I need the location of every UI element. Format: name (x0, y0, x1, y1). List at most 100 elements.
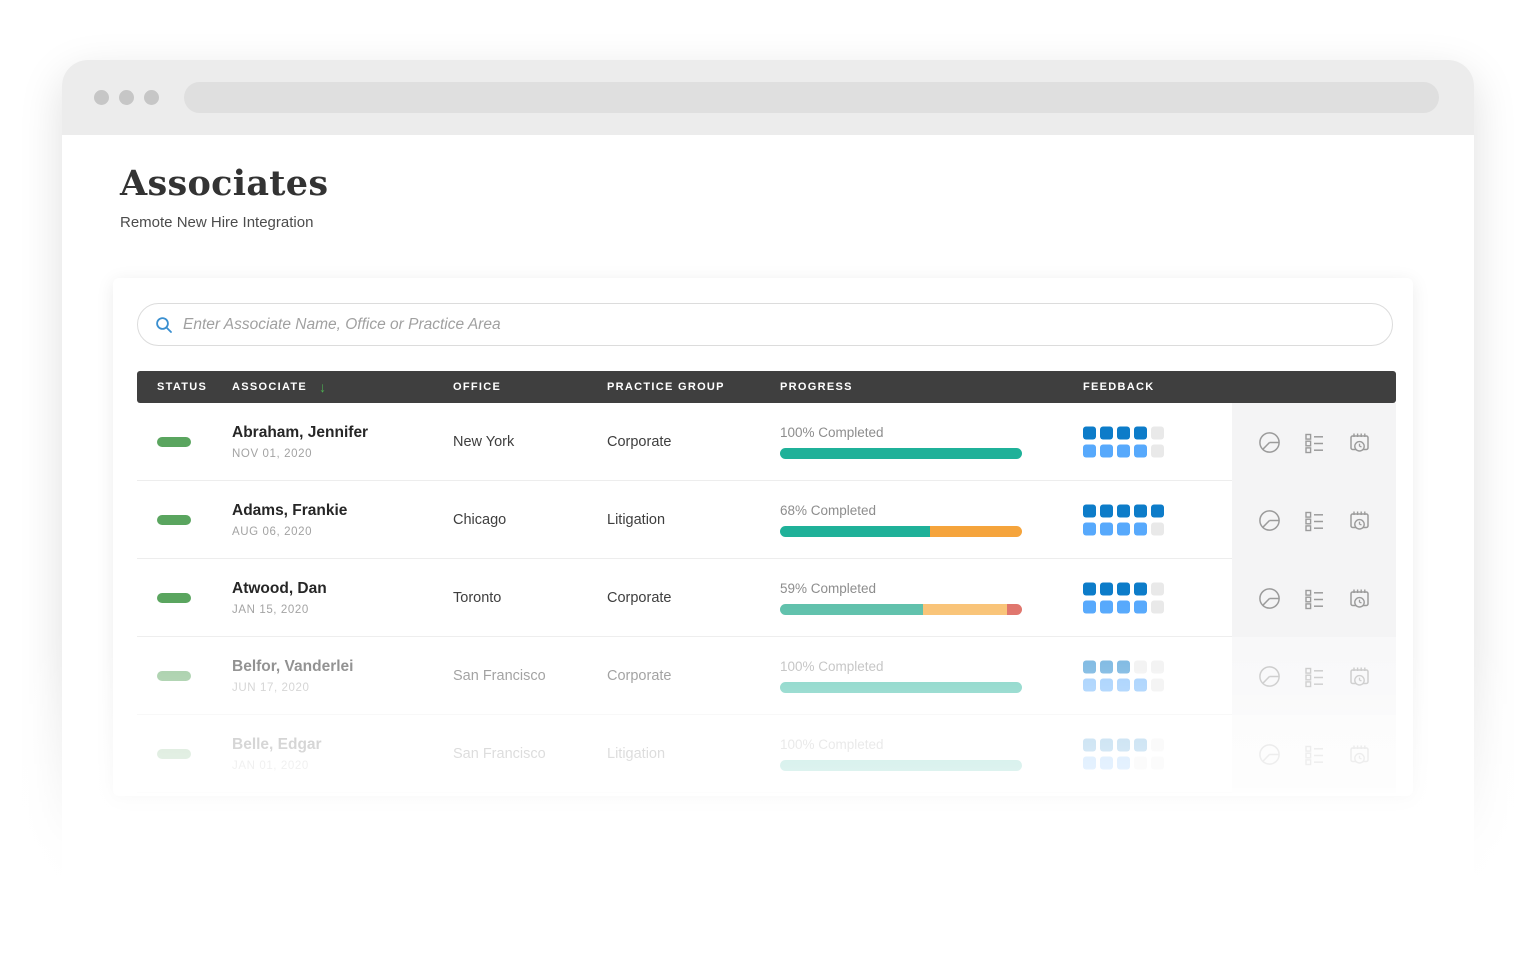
pie-chart-icon[interactable] (1256, 663, 1283, 690)
feedback-square-empty (1134, 660, 1147, 673)
feedback-square-filled (1083, 756, 1096, 769)
table-row[interactable]: Belfor, Vanderlei JUN 17, 2020 San Franc… (137, 637, 1396, 715)
feedback-row-bottom (1083, 444, 1164, 457)
table-row[interactable]: Abraham, Jennifer NOV 01, 2020 New York … (137, 403, 1396, 481)
page-subtitle: Remote New Hire Integration (120, 214, 328, 231)
start-date: JAN 15, 2020 (232, 604, 327, 616)
feedback-row-top (1083, 660, 1164, 673)
feedback-square-filled (1134, 444, 1147, 457)
status-pill (157, 437, 191, 447)
associate-name[interactable]: Abraham, Jennifer (232, 424, 368, 442)
feedback-square-filled (1100, 738, 1113, 751)
feedback-square-filled (1100, 582, 1113, 595)
checklist-icon[interactable] (1301, 741, 1328, 768)
associate-name[interactable]: Atwood, Dan (232, 580, 327, 598)
feedback-square-filled (1134, 522, 1147, 535)
associate-cell: Abraham, Jennifer NOV 01, 2020 (232, 424, 368, 460)
feedback-square-empty (1151, 660, 1164, 673)
feedback-square-filled (1100, 678, 1113, 691)
page-title: Associates (120, 163, 328, 204)
status-pill (157, 749, 191, 759)
feedback-square-filled (1117, 738, 1130, 751)
window-control-dot[interactable] (94, 90, 109, 105)
progress-bar (780, 448, 1022, 459)
checklist-icon[interactable] (1301, 429, 1328, 456)
feedback-square-filled (1100, 522, 1113, 535)
table-row[interactable]: Belle, Edgar JAN 01, 2020 San Francisco … (137, 715, 1396, 793)
column-header-feedback[interactable]: FEEDBACK (1083, 381, 1155, 393)
associate-name[interactable]: Belle, Edgar (232, 736, 322, 754)
start-date: JUN 17, 2020 (232, 682, 353, 694)
calendar-clock-icon[interactable] (1346, 507, 1373, 534)
practice-group-cell: Litigation (607, 512, 665, 528)
window-control-dot[interactable] (144, 90, 159, 105)
column-header-office[interactable]: OFFICE (453, 381, 501, 393)
feedback-square-filled (1117, 600, 1130, 613)
practice-group-cell: Corporate (607, 668, 671, 684)
feedback-square-filled (1134, 678, 1147, 691)
progress-cell: 100% Completed (780, 737, 1022, 771)
pie-chart-icon[interactable] (1256, 507, 1283, 534)
table-row[interactable]: Adams, Frankie AUG 06, 2020 Chicago Liti… (137, 481, 1396, 559)
search-icon (155, 316, 173, 334)
associate-name[interactable]: Adams, Frankie (232, 502, 347, 520)
column-header-progress[interactable]: PROGRESS (780, 381, 853, 393)
row-actions (1232, 559, 1396, 637)
checklist-icon[interactable] (1301, 663, 1328, 690)
status-pill (157, 671, 191, 681)
associate-cell: Belfor, Vanderlei JUN 17, 2020 (232, 658, 353, 694)
address-bar[interactable] (184, 82, 1439, 113)
column-header-associate[interactable]: ASSOCIATE ↓ (232, 379, 326, 395)
browser-window: Associates Remote New Hire Integration E… (62, 60, 1474, 906)
associate-cell: Atwood, Dan JAN 15, 2020 (232, 580, 327, 616)
associate-name[interactable]: Belfor, Vanderlei (232, 658, 353, 676)
feedback-square-filled (1100, 660, 1113, 673)
practice-group-cell: Corporate (607, 590, 671, 606)
window-control-dot[interactable] (119, 90, 134, 105)
checklist-icon[interactable] (1301, 507, 1328, 534)
pie-chart-icon[interactable] (1256, 585, 1283, 612)
feedback-square-filled (1100, 600, 1113, 613)
column-header-associate-label: ASSOCIATE (232, 381, 307, 393)
feedback-row-bottom (1083, 756, 1164, 769)
column-header-practice-group[interactable]: PRACTICE GROUP (607, 381, 725, 393)
feedback-row-top (1083, 504, 1164, 517)
feedback-square-filled (1117, 522, 1130, 535)
pie-chart-icon[interactable] (1256, 741, 1283, 768)
feedback-squares (1083, 660, 1164, 691)
feedback-square-filled (1134, 504, 1147, 517)
status-pill (157, 515, 191, 525)
search-placeholder: Enter Associate Name, Office or Practice… (183, 316, 501, 334)
calendar-clock-icon[interactable] (1346, 741, 1373, 768)
pie-chart-icon[interactable] (1256, 429, 1283, 456)
table-header: STATUS ASSOCIATE ↓ OFFICE PRACTICE GROUP… (137, 371, 1396, 403)
window-controls (94, 90, 159, 105)
feedback-square-empty (1151, 444, 1164, 457)
status-pill (157, 593, 191, 603)
feedback-square-filled (1083, 582, 1096, 595)
sort-arrow-icon[interactable]: ↓ (319, 379, 326, 395)
progress-bar (780, 760, 1022, 771)
row-actions (1232, 403, 1396, 481)
row-actions (1232, 481, 1396, 559)
feedback-square-filled (1083, 738, 1096, 751)
feedback-row-top (1083, 426, 1164, 439)
calendar-clock-icon[interactable] (1346, 429, 1373, 456)
row-actions (1232, 637, 1396, 715)
progress-label: 100% Completed (780, 659, 1022, 674)
table-row[interactable]: Atwood, Dan JAN 15, 2020 Toronto Corpora… (137, 559, 1396, 637)
feedback-square-filled (1151, 504, 1164, 517)
feedback-square-filled (1100, 504, 1113, 517)
office-cell: New York (453, 434, 514, 450)
practice-group-cell: Litigation (607, 746, 665, 762)
feedback-square-empty (1151, 738, 1164, 751)
search-input[interactable]: Enter Associate Name, Office or Practice… (137, 303, 1393, 346)
column-header-status[interactable]: STATUS (157, 381, 207, 393)
associates-card: Enter Associate Name, Office or Practice… (113, 278, 1413, 796)
checklist-icon[interactable] (1301, 585, 1328, 612)
calendar-clock-icon[interactable] (1346, 663, 1373, 690)
calendar-clock-icon[interactable] (1346, 585, 1373, 612)
feedback-square-filled (1117, 660, 1130, 673)
office-cell: San Francisco (453, 668, 546, 684)
progress-label: 100% Completed (780, 737, 1022, 752)
